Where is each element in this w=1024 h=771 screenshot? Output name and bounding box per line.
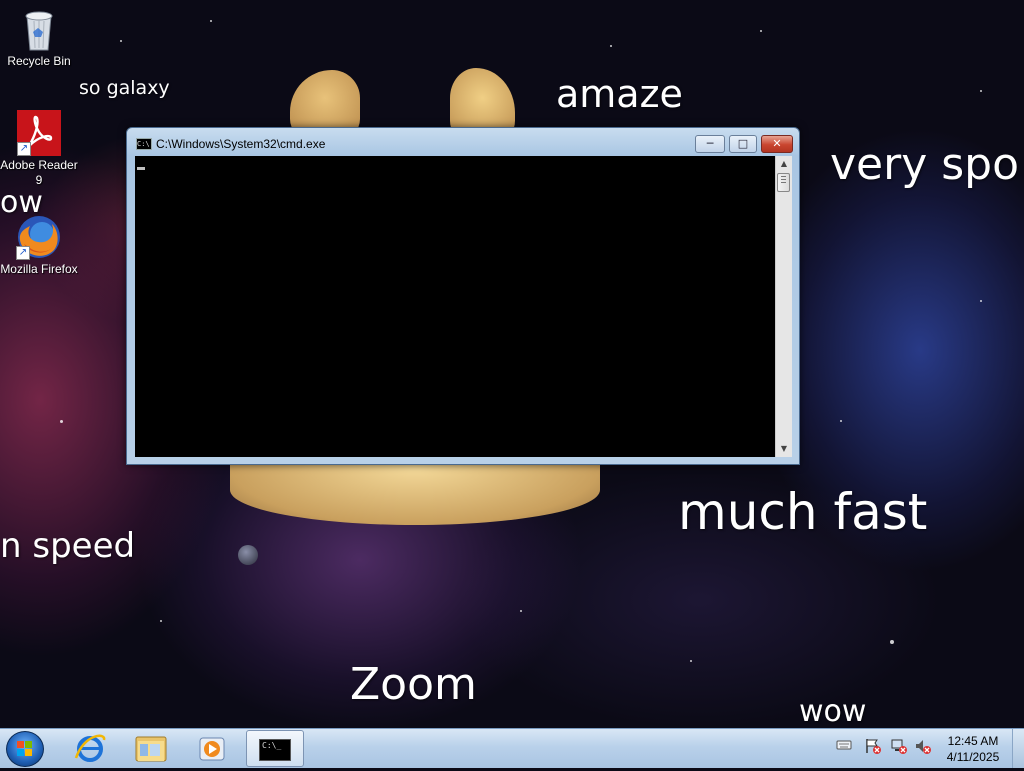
text-cursor: [137, 167, 145, 170]
desktop-icon-label: Adobe Reader 9: [0, 158, 78, 187]
folder-icon: [135, 736, 167, 762]
recycle-bin-icon: [21, 6, 57, 52]
clock-time: 12:45 AM: [947, 734, 999, 748]
desktop-icon-adobe-reader[interactable]: ↗ Adobe Reader 9: [0, 110, 78, 188]
command-prompt-icon: C:\_: [259, 739, 291, 761]
scroll-down-arrow-icon[interactable]: ▼: [776, 441, 792, 457]
vertical-scrollbar[interactable]: ▲ ▼: [775, 156, 792, 457]
taskbar: C:\_ 12:45 AM 4/11/2025: [0, 728, 1024, 768]
desktop-icon-recycle-bin[interactable]: Recycle Bin: [0, 6, 78, 69]
wallpaper-text-very-spo: very spo: [830, 139, 1019, 190]
action-center-icon[interactable]: [864, 737, 882, 758]
wallpaper-text-much-fast: much fast: [678, 483, 928, 541]
internet-explorer-icon: [74, 734, 106, 762]
window-title: C:\Windows\System32\cmd.exe: [156, 137, 326, 151]
wallpaper-text-wow: wow: [799, 694, 867, 728]
desktop-icon-label: Mozilla Firefox: [0, 262, 78, 276]
maximize-button[interactable]: □: [729, 135, 757, 153]
adobe-reader-icon: ↗: [17, 110, 61, 156]
taskbar-internet-explorer[interactable]: [62, 730, 118, 767]
scroll-up-arrow-icon[interactable]: ▲: [776, 156, 792, 172]
volume-muted-icon[interactable]: [914, 737, 932, 758]
keyboard-icon[interactable]: [836, 737, 852, 756]
taskbar-command-prompt[interactable]: C:\_: [246, 730, 304, 767]
clock[interactable]: 12:45 AM 4/11/2025: [938, 733, 1008, 765]
wallpaper-text-amaze: amaze: [556, 72, 683, 116]
desktop-icon-firefox[interactable]: ↗ Mozilla Firefox: [0, 214, 78, 277]
windows-logo-icon: [17, 741, 33, 757]
planet: [238, 545, 258, 565]
network-icon[interactable]: [890, 737, 908, 758]
wallpaper-text-so-galaxy: so galaxy: [79, 77, 170, 99]
doge-body: [230, 455, 600, 525]
cmd-icon: C:\: [136, 138, 152, 150]
start-button[interactable]: [6, 731, 44, 767]
shortcut-arrow-icon: ↗: [17, 142, 31, 156]
clock-date: 4/11/2025: [946, 750, 1000, 764]
close-button[interactable]: ✕: [761, 135, 793, 153]
taskbar-windows-media-player[interactable]: [186, 730, 242, 767]
taskbar-windows-explorer[interactable]: [124, 730, 180, 767]
minimize-button[interactable]: ─: [695, 135, 725, 153]
firefox-icon: ↗: [16, 214, 62, 260]
show-desktop-button[interactable]: [1012, 729, 1024, 768]
desktop-icon-label: Recycle Bin: [7, 54, 71, 68]
cmd-titlebar[interactable]: C:\ C:\Windows\System32\cmd.exe ─ □ ✕: [127, 128, 799, 158]
console-area[interactable]: [135, 156, 775, 457]
wallpaper-text-zoom: Zoom: [350, 659, 477, 710]
shortcut-arrow-icon: ↗: [16, 246, 30, 260]
scrollbar-thumb[interactable]: [777, 173, 790, 192]
wallpaper-text-n-speed: n speed: [0, 526, 136, 566]
media-player-icon: [199, 737, 225, 761]
cmd-window[interactable]: C:\ C:\Windows\System32\cmd.exe ─ □ ✕ ▲ …: [126, 127, 800, 465]
